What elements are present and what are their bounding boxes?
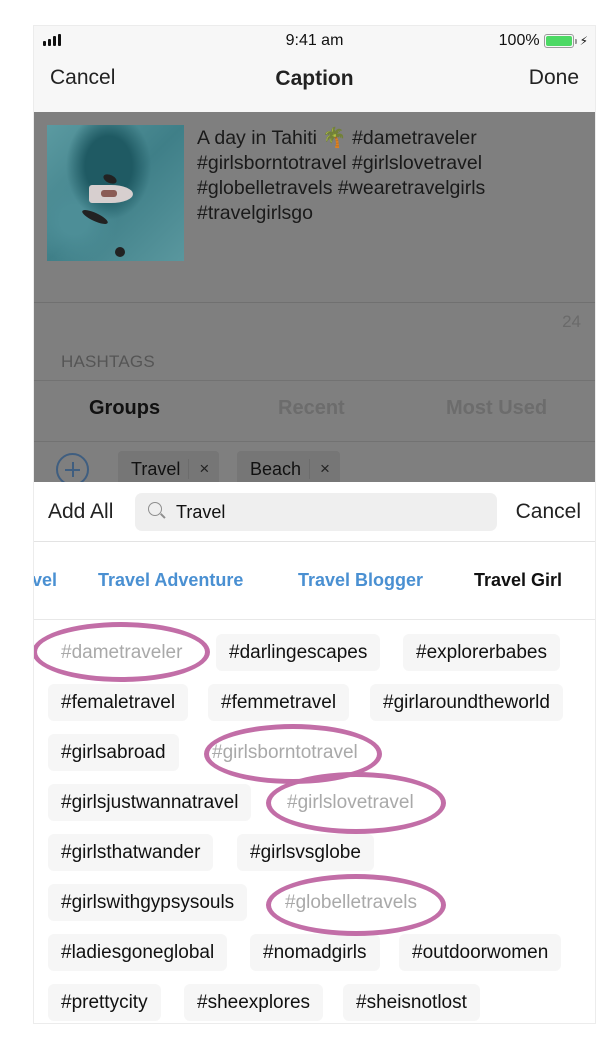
shark-shape	[101, 172, 119, 186]
hashtag-chip[interactable]: #girlslovetravel	[274, 784, 427, 821]
navigation-bar: Cancel Caption Done	[34, 54, 595, 112]
caption-text[interactable]: A day in Tahiti 🌴 #dametraveler #girlsbo…	[197, 126, 587, 226]
hashtag-chip[interactable]: #girlsabroad	[48, 734, 179, 771]
group-chip-label: Travel	[131, 458, 181, 479]
done-button[interactable]: Done	[529, 66, 579, 90]
tab-groups[interactable]: Groups	[89, 397, 160, 420]
hashtag-chip[interactable]: #girlsborntotravel	[199, 734, 371, 771]
hashtag-chip[interactable]: #darlingescapes	[216, 634, 381, 671]
hashtag-chip[interactable]: #outdoorwomen	[399, 934, 562, 971]
hashtag-chip[interactable]: #globelletravels	[272, 884, 430, 921]
status-bar: 9:41 am 100% ⚡	[34, 26, 595, 54]
search-field[interactable]	[135, 493, 497, 531]
battery-icon	[543, 34, 577, 48]
category-travel-partial[interactable]: vel	[34, 570, 57, 591]
hashtag-chip[interactable]: #explorerbabes	[403, 634, 560, 671]
divider	[34, 441, 595, 442]
search-row: Add All Cancel	[34, 482, 595, 542]
hashtag-chip[interactable]: #femaletravel	[48, 684, 189, 721]
close-icon[interactable]: ×	[188, 459, 219, 479]
hashtag-chip[interactable]: #girlsjustwannatravel	[48, 784, 252, 821]
hashtag-chip[interactable]: #sheexplores	[184, 984, 324, 1021]
hashtag-chip[interactable]: #girlsthatwander	[48, 834, 214, 871]
hashtag-count: 24	[562, 312, 581, 331]
category-travel-adventure[interactable]: Travel Adventure	[98, 570, 243, 591]
page-title: Caption	[275, 67, 354, 90]
hashtag-chip[interactable]: #ladiesgoneglobal	[48, 934, 228, 971]
hashtag-chip[interactable]: #girlaroundtheworld	[370, 684, 563, 721]
shark-shape	[80, 207, 110, 227]
post-thumbnail	[47, 125, 184, 261]
add-all-button[interactable]: Add All	[48, 500, 113, 524]
group-chip-label: Beach	[250, 458, 302, 479]
search-input[interactable]	[176, 500, 486, 524]
search-icon	[148, 502, 162, 516]
caption-editor-dimmed: A day in Tahiti 🌴 #dametraveler #girlsbo…	[34, 112, 595, 487]
hashtag-chip[interactable]: #girlswithgypsysouls	[48, 884, 248, 921]
search-cancel-button[interactable]: Cancel	[516, 500, 581, 524]
hashtags-section-label: HASHTAGS	[61, 352, 155, 371]
category-scroller[interactable]: vel Travel Adventure Travel Blogger Trav…	[34, 543, 595, 620]
battery-indicator: 100% ⚡	[499, 32, 588, 50]
category-travel-girl[interactable]: Travel Girl	[474, 570, 562, 591]
hashtag-chip[interactable]: #femmetravel	[208, 684, 350, 721]
battery-percent: 100%	[498, 32, 540, 49]
bolt-icon: ⚡	[579, 34, 588, 48]
battery-fill	[545, 36, 572, 46]
phone-screen: 9:41 am 100% ⚡ Cancel Caption Done A day…	[33, 25, 596, 1024]
tab-recent[interactable]: Recent	[278, 397, 345, 420]
hashtag-tabs: Groups Recent Most Used	[34, 382, 595, 440]
category-travel-blogger[interactable]: Travel Blogger	[298, 570, 423, 591]
divider	[34, 302, 595, 303]
divider	[34, 380, 595, 381]
hashtag-chip[interactable]: #girlsvsglobe	[237, 834, 374, 871]
boat-shape	[89, 185, 133, 203]
hashtag-chip[interactable]: #prettycity	[48, 984, 161, 1021]
close-icon[interactable]: ×	[309, 459, 340, 479]
shark-shape	[115, 247, 125, 257]
hashtag-chip[interactable]: #dametraveler	[48, 634, 195, 671]
tab-most-used[interactable]: Most Used	[446, 397, 547, 420]
hashtag-chip[interactable]: #nomadgirls	[250, 934, 380, 971]
hashtag-chip[interactable]: #sheisnotlost	[343, 984, 480, 1021]
